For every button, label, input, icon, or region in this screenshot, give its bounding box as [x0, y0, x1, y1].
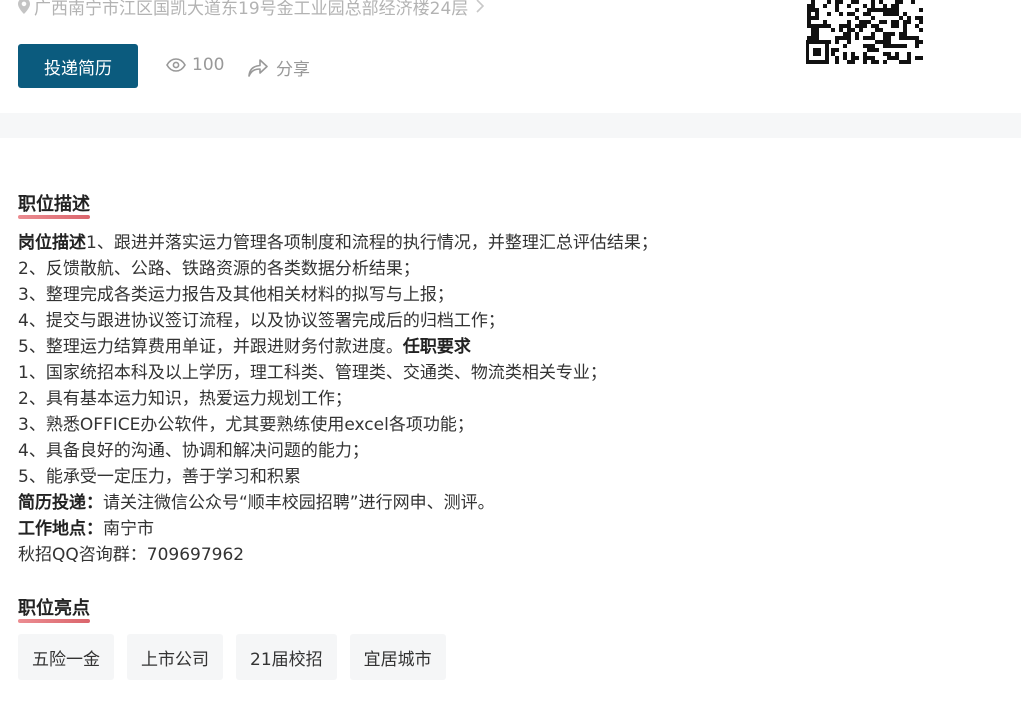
location-pin-icon: [18, 0, 30, 14]
requirements-heading: 任职要求: [402, 337, 471, 357]
view-count-value: 100: [192, 55, 225, 75]
description-line-text: 5、能承受一定压力，善于学习和积累: [18, 467, 301, 487]
job-address[interactable]: 广西南宁市江区国凯大道东19号金工业园总部经济楼24层: [18, 0, 485, 19]
description-line: 1、国家统招本科及以上学历，理工科类、管理类、交通类、物流类相关专业；: [18, 360, 998, 386]
highlight-tag: 宜居城市: [349, 634, 446, 680]
job-header: 广西南宁市江区国凯大道东19号金工业园总部经济楼24层 投递简历 100 分享: [0, 0, 1021, 113]
qr-code: [806, 0, 923, 64]
description-line-text: 2、具有基本运力知识，热爱运力规划工作；: [18, 389, 352, 409]
description-line: 5、整理运力结算费用单证，并跟进财务付款进度。任职要求: [18, 334, 998, 360]
description-line-label: 工作地点：: [18, 519, 103, 539]
eye-icon: [166, 58, 186, 72]
description-line: 4、具备良好的沟通、协调和解决问题的能力；: [18, 438, 998, 464]
description-line-text: 4、具备良好的沟通、协调和解决问题的能力；: [18, 441, 369, 461]
description-line: 3、熟悉OFFICE办公软件，尤其要熟练使用excel各项功能；: [18, 412, 998, 438]
description-line: 2、具有基本运力知识，热爱运力规划工作；: [18, 386, 998, 412]
view-count: 100: [166, 55, 224, 75]
description-line: 5、能承受一定压力，善于学习和积累: [18, 464, 998, 490]
description-line: 工作地点：南宁市: [18, 516, 998, 542]
share-label: 分享: [276, 60, 310, 80]
description-line: 秋招QQ咨询群：709697962: [18, 542, 998, 568]
description-line: 简历投递：请关注微信公众号“顺丰校园招聘”进行网申、测评。: [18, 490, 998, 516]
job-description-title: 职位描述: [18, 190, 90, 219]
description-line-text: 请关注微信公众号“顺丰校园招聘”进行网申、测评。: [103, 493, 495, 513]
share-button[interactable]: 分享: [248, 55, 310, 80]
chevron-right-icon: [476, 0, 485, 13]
description-line: 岗位描述1、跟进并落实运力管理各项制度和流程的执行情况，并整理汇总评估结果；: [18, 230, 998, 256]
share-icon: [248, 58, 268, 77]
job-description: 岗位描述1、跟进并落实运力管理各项制度和流程的执行情况，并整理汇总评估结果； 2、…: [18, 230, 998, 568]
section-divider: [0, 113, 1021, 138]
description-line-label: 岗位描述: [18, 233, 86, 253]
apply-resume-button[interactable]: 投递简历: [18, 44, 138, 88]
description-line-text: 1、跟进并落实运力管理各项制度和流程的执行情况，并整理汇总评估结果；: [86, 233, 658, 253]
highlight-tag: 21届校招: [236, 634, 337, 680]
highlight-tags: 五险一金 上市公司 21届校招 宜居城市: [18, 634, 446, 680]
description-line-text: 南宁市: [103, 519, 154, 539]
highlight-tag: 上市公司: [127, 634, 223, 680]
description-line: 4、提交与跟进协议签订流程，以及协议签署完成后的归档工作；: [18, 308, 998, 334]
description-line: 3、整理完成各类运力报告及其他相关材料的拟写与上报；: [18, 282, 998, 308]
address-text: 广西南宁市江区国凯大道东19号金工业园总部经济楼24层: [34, 0, 469, 19]
job-highlights-title: 职位亮点: [18, 594, 90, 623]
description-line-text: 4、提交与跟进协议签订流程，以及协议签署完成后的归档工作；: [18, 311, 505, 331]
description-line-text: 秋招QQ咨询群：709697962: [18, 545, 245, 565]
description-line-text: 3、熟悉OFFICE办公软件，尤其要熟练使用excel各项功能；: [18, 415, 474, 435]
description-line: 2、反馈散航、公路、铁路资源的各类数据分析结果；: [18, 256, 998, 282]
description-line-text: 1、国家统招本科及以上学历，理工科类、管理类、交通类、物流类相关专业；: [18, 363, 607, 383]
description-line-text: 2、反馈散航、公路、铁路资源的各类数据分析结果；: [18, 259, 420, 279]
description-line-text: 3、整理完成各类运力报告及其他相关材料的拟写与上报；: [18, 285, 454, 305]
highlight-tag: 五险一金: [18, 634, 114, 680]
description-line-label: 简历投递：: [18, 493, 103, 513]
description-line-text: 5、整理运力结算费用单证，并跟进财务付款进度。: [18, 337, 403, 357]
